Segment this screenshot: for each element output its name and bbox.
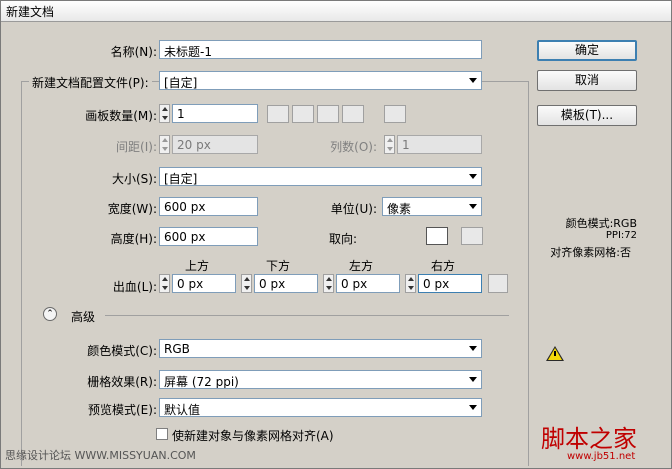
bleed-bottom-input[interactable]: 0 px bbox=[254, 274, 318, 293]
new-document-dialog: 新建文档 名称(N): 未标题-1 新建文档配置文件(P): [自定] 画板数量… bbox=[0, 0, 672, 469]
color-mode-label: 颜色模式(C): bbox=[87, 344, 157, 358]
collapse-advanced-icon[interactable]: ⌃ bbox=[43, 307, 57, 321]
raster-effects-label: 栅格效果(R): bbox=[87, 375, 157, 389]
bleed-label: 出血(L): bbox=[112, 280, 157, 294]
artboards-stepper[interactable] bbox=[159, 104, 170, 123]
right-to-left-layout-icon[interactable] bbox=[384, 105, 406, 123]
raster-effects-value: 屏幕 (72 ppi) bbox=[164, 375, 239, 389]
watermark-url: www.jb51.net bbox=[567, 451, 636, 462]
bleed-left-header: 左方 bbox=[349, 259, 374, 273]
columns-input: 1 bbox=[397, 135, 482, 154]
landscape-orientation-icon[interactable] bbox=[461, 227, 483, 245]
chevron-down-icon bbox=[469, 78, 477, 83]
units-value: 像素 bbox=[387, 202, 412, 216]
templates-button[interactable]: 模板(T)... bbox=[537, 105, 637, 126]
title-bar: 新建文档 bbox=[1, 1, 671, 22]
watermark-left: 思缘设计论坛 WWW.MISSYUAN.COM bbox=[5, 449, 196, 462]
color-mode-dropdown[interactable]: RGB bbox=[159, 339, 482, 358]
profile-dropdown[interactable]: [自定] bbox=[159, 71, 482, 90]
bleed-right-header: 右方 bbox=[431, 259, 456, 273]
artboards-input[interactable]: 1 bbox=[172, 104, 258, 123]
name-label: 名称(N): bbox=[110, 45, 157, 59]
color-mode-value: RGB bbox=[164, 342, 190, 356]
width-input[interactable]: 600 px bbox=[159, 197, 258, 216]
preview-mode-label: 预览模式(E): bbox=[88, 403, 157, 417]
profile-label: 新建文档配置文件(P): bbox=[29, 74, 152, 91]
grid-by-row-icon[interactable] bbox=[267, 105, 289, 123]
raster-effects-dropdown[interactable]: 屏幕 (72 ppi) bbox=[159, 370, 482, 389]
bleed-left-input[interactable]: 0 px bbox=[336, 274, 400, 293]
info-ppi: PPI:72 bbox=[605, 230, 637, 241]
orientation-label: 取向: bbox=[328, 232, 357, 246]
link-bleed-icon[interactable] bbox=[488, 274, 508, 293]
advanced-label: 高级 bbox=[71, 310, 96, 324]
height-label: 高度(H): bbox=[110, 232, 157, 246]
bleed-top-stepper[interactable] bbox=[159, 274, 170, 293]
chevron-down-icon bbox=[469, 346, 477, 351]
arrange-by-column-icon[interactable] bbox=[342, 105, 364, 123]
size-dropdown[interactable]: [自定] bbox=[159, 167, 482, 186]
spacing-stepper bbox=[159, 135, 170, 154]
align-pixel-grid-checkbox[interactable] bbox=[156, 428, 168, 440]
columns-label: 列数(O): bbox=[330, 140, 377, 154]
columns-stepper bbox=[384, 135, 395, 154]
size-value: [自定] bbox=[164, 172, 198, 186]
align-pixel-grid-label: 使新建对象与像素网格对齐(A) bbox=[172, 429, 334, 443]
artboards-label: 画板数量(M): bbox=[85, 109, 157, 123]
bleed-bottom-header: 下方 bbox=[266, 259, 291, 273]
height-input[interactable]: 600 px bbox=[159, 227, 258, 246]
window-title: 新建文档 bbox=[6, 5, 55, 19]
arrange-by-row-icon[interactable] bbox=[317, 105, 339, 123]
units-label: 单位(U): bbox=[330, 202, 377, 216]
bleed-left-stepper[interactable] bbox=[323, 274, 334, 293]
profile-value: [自定] bbox=[164, 76, 198, 90]
cancel-button[interactable]: 取消 bbox=[537, 70, 637, 91]
width-label: 宽度(W): bbox=[107, 202, 157, 216]
spacing-label: 间距(I): bbox=[116, 140, 157, 154]
chevron-down-icon bbox=[469, 174, 477, 179]
spacing-input: 20 px bbox=[172, 135, 258, 154]
warning-icon bbox=[546, 346, 564, 361]
advanced-divider bbox=[105, 315, 509, 316]
ok-button[interactable]: 确定 bbox=[537, 40, 637, 61]
chevron-down-icon bbox=[469, 204, 477, 209]
preview-mode-value: 默认值 bbox=[164, 403, 201, 417]
bleed-bottom-stepper[interactable] bbox=[241, 274, 252, 293]
bleed-top-header: 上方 bbox=[185, 259, 210, 273]
preview-mode-dropdown[interactable]: 默认值 bbox=[159, 398, 482, 417]
chevron-down-icon bbox=[469, 377, 477, 382]
portrait-orientation-icon[interactable] bbox=[426, 227, 448, 245]
units-dropdown[interactable]: 像素 bbox=[382, 197, 482, 216]
watermark-right: 脚本之家 bbox=[541, 425, 637, 453]
info-color-mode: 颜色模式:RGB bbox=[565, 217, 637, 230]
chevron-down-icon bbox=[469, 405, 477, 410]
bleed-right-stepper[interactable] bbox=[405, 274, 416, 293]
info-align-pixel: 对齐像素网格:否 bbox=[550, 246, 631, 259]
grid-by-column-icon[interactable] bbox=[292, 105, 314, 123]
name-input[interactable]: 未标题-1 bbox=[159, 40, 482, 59]
bleed-top-input[interactable]: 0 px bbox=[172, 274, 236, 293]
bleed-right-input[interactable]: 0 px bbox=[418, 274, 482, 293]
size-label: 大小(S): bbox=[111, 172, 157, 186]
